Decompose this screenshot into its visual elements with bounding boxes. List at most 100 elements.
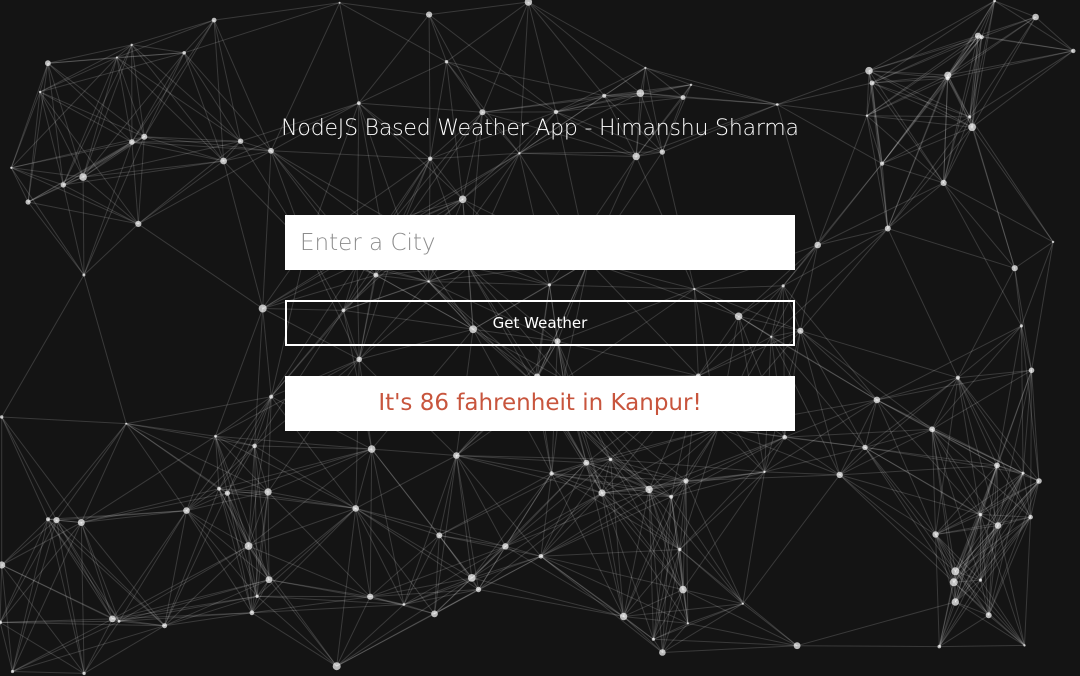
network-line [12, 519, 57, 672]
network-line [270, 150, 431, 160]
network-node [994, 522, 1002, 529]
network-line [648, 436, 785, 490]
network-line [186, 510, 258, 597]
network-line [969, 0, 996, 118]
network-line [662, 645, 798, 653]
network-line [979, 370, 1032, 515]
network-line [131, 141, 139, 224]
network-line [887, 228, 959, 378]
network-line [555, 84, 692, 113]
network-line [0, 622, 13, 672]
network-line [1, 518, 49, 566]
network-node [669, 494, 674, 499]
network-node [338, 1, 341, 4]
network-line [0, 519, 57, 623]
network-line [138, 150, 272, 225]
network-node [45, 60, 51, 67]
network-node [689, 83, 693, 87]
network-node [679, 585, 687, 594]
get-weather-button[interactable]: Get Weather [285, 300, 795, 346]
network-node [130, 43, 133, 46]
network-node [632, 152, 640, 161]
network-line [371, 448, 440, 536]
network-node [793, 642, 801, 650]
network-line [439, 534, 506, 547]
network-node [255, 594, 259, 598]
network-node [502, 543, 509, 550]
network-node [763, 470, 766, 474]
network-line [358, 61, 447, 104]
network-node [1028, 514, 1033, 520]
network-node [598, 489, 606, 497]
network-node [402, 603, 406, 606]
network-line [83, 223, 139, 276]
network-line [996, 325, 1022, 466]
network-line [864, 447, 936, 535]
network-node [985, 612, 992, 619]
network-node [1071, 48, 1076, 54]
network-node [453, 452, 460, 459]
network-line [800, 228, 889, 332]
network-node [162, 623, 168, 629]
network-line [540, 555, 654, 640]
network-node [797, 327, 804, 334]
network-node [444, 60, 449, 64]
network-line [456, 455, 611, 460]
app-stage: NodeJS Based Weather App - Himanshu Shar… [0, 0, 1080, 676]
network-line [784, 399, 878, 438]
network-line [957, 325, 1022, 379]
network-line [1024, 517, 1032, 646]
network-node [659, 649, 666, 656]
network-line [482, 95, 605, 113]
network-line [519, 152, 637, 157]
network-line [1022, 370, 1032, 474]
network-node [978, 578, 983, 582]
network-line [645, 67, 692, 86]
network-node [1036, 478, 1042, 484]
network-node [77, 519, 85, 526]
network-node [1051, 240, 1055, 244]
network-node [932, 531, 939, 538]
network-line [268, 579, 338, 667]
network-line [369, 449, 373, 597]
network-line [471, 473, 552, 579]
network-line [429, 61, 447, 159]
network-node [741, 602, 745, 605]
network-line [375, 274, 429, 282]
network-line [742, 471, 765, 604]
network-line [1020, 325, 1032, 371]
network-node [79, 173, 87, 181]
network-line [1, 519, 57, 566]
network-node [38, 90, 42, 94]
network-line [540, 549, 680, 557]
network-line [138, 160, 224, 225]
network-node [775, 103, 779, 106]
network-node [60, 182, 66, 188]
network-line [126, 396, 272, 425]
network-node [332, 662, 341, 671]
network-line [876, 399, 1024, 474]
network-line [1031, 241, 1054, 371]
network-node [1032, 13, 1039, 21]
network-line [339, 2, 360, 104]
network-node [929, 426, 935, 433]
network-node [782, 434, 787, 440]
network-line [1, 564, 113, 620]
network-line [125, 423, 187, 511]
network-node [974, 32, 982, 39]
network-line [1, 416, 57, 521]
network-line [943, 182, 1016, 269]
network-node [951, 567, 960, 576]
network-line [439, 473, 552, 536]
network-line [371, 448, 457, 456]
page-title: NodeJS Based Weather App - Himanshu Shar… [281, 116, 799, 141]
network-line [12, 620, 120, 672]
city-input[interactable] [285, 215, 795, 270]
network-line [549, 284, 695, 290]
network-node [265, 576, 273, 584]
network-node [135, 220, 142, 227]
network-line [83, 136, 145, 276]
network-line [685, 480, 689, 624]
network-line [777, 82, 873, 105]
network-line [0, 621, 85, 674]
